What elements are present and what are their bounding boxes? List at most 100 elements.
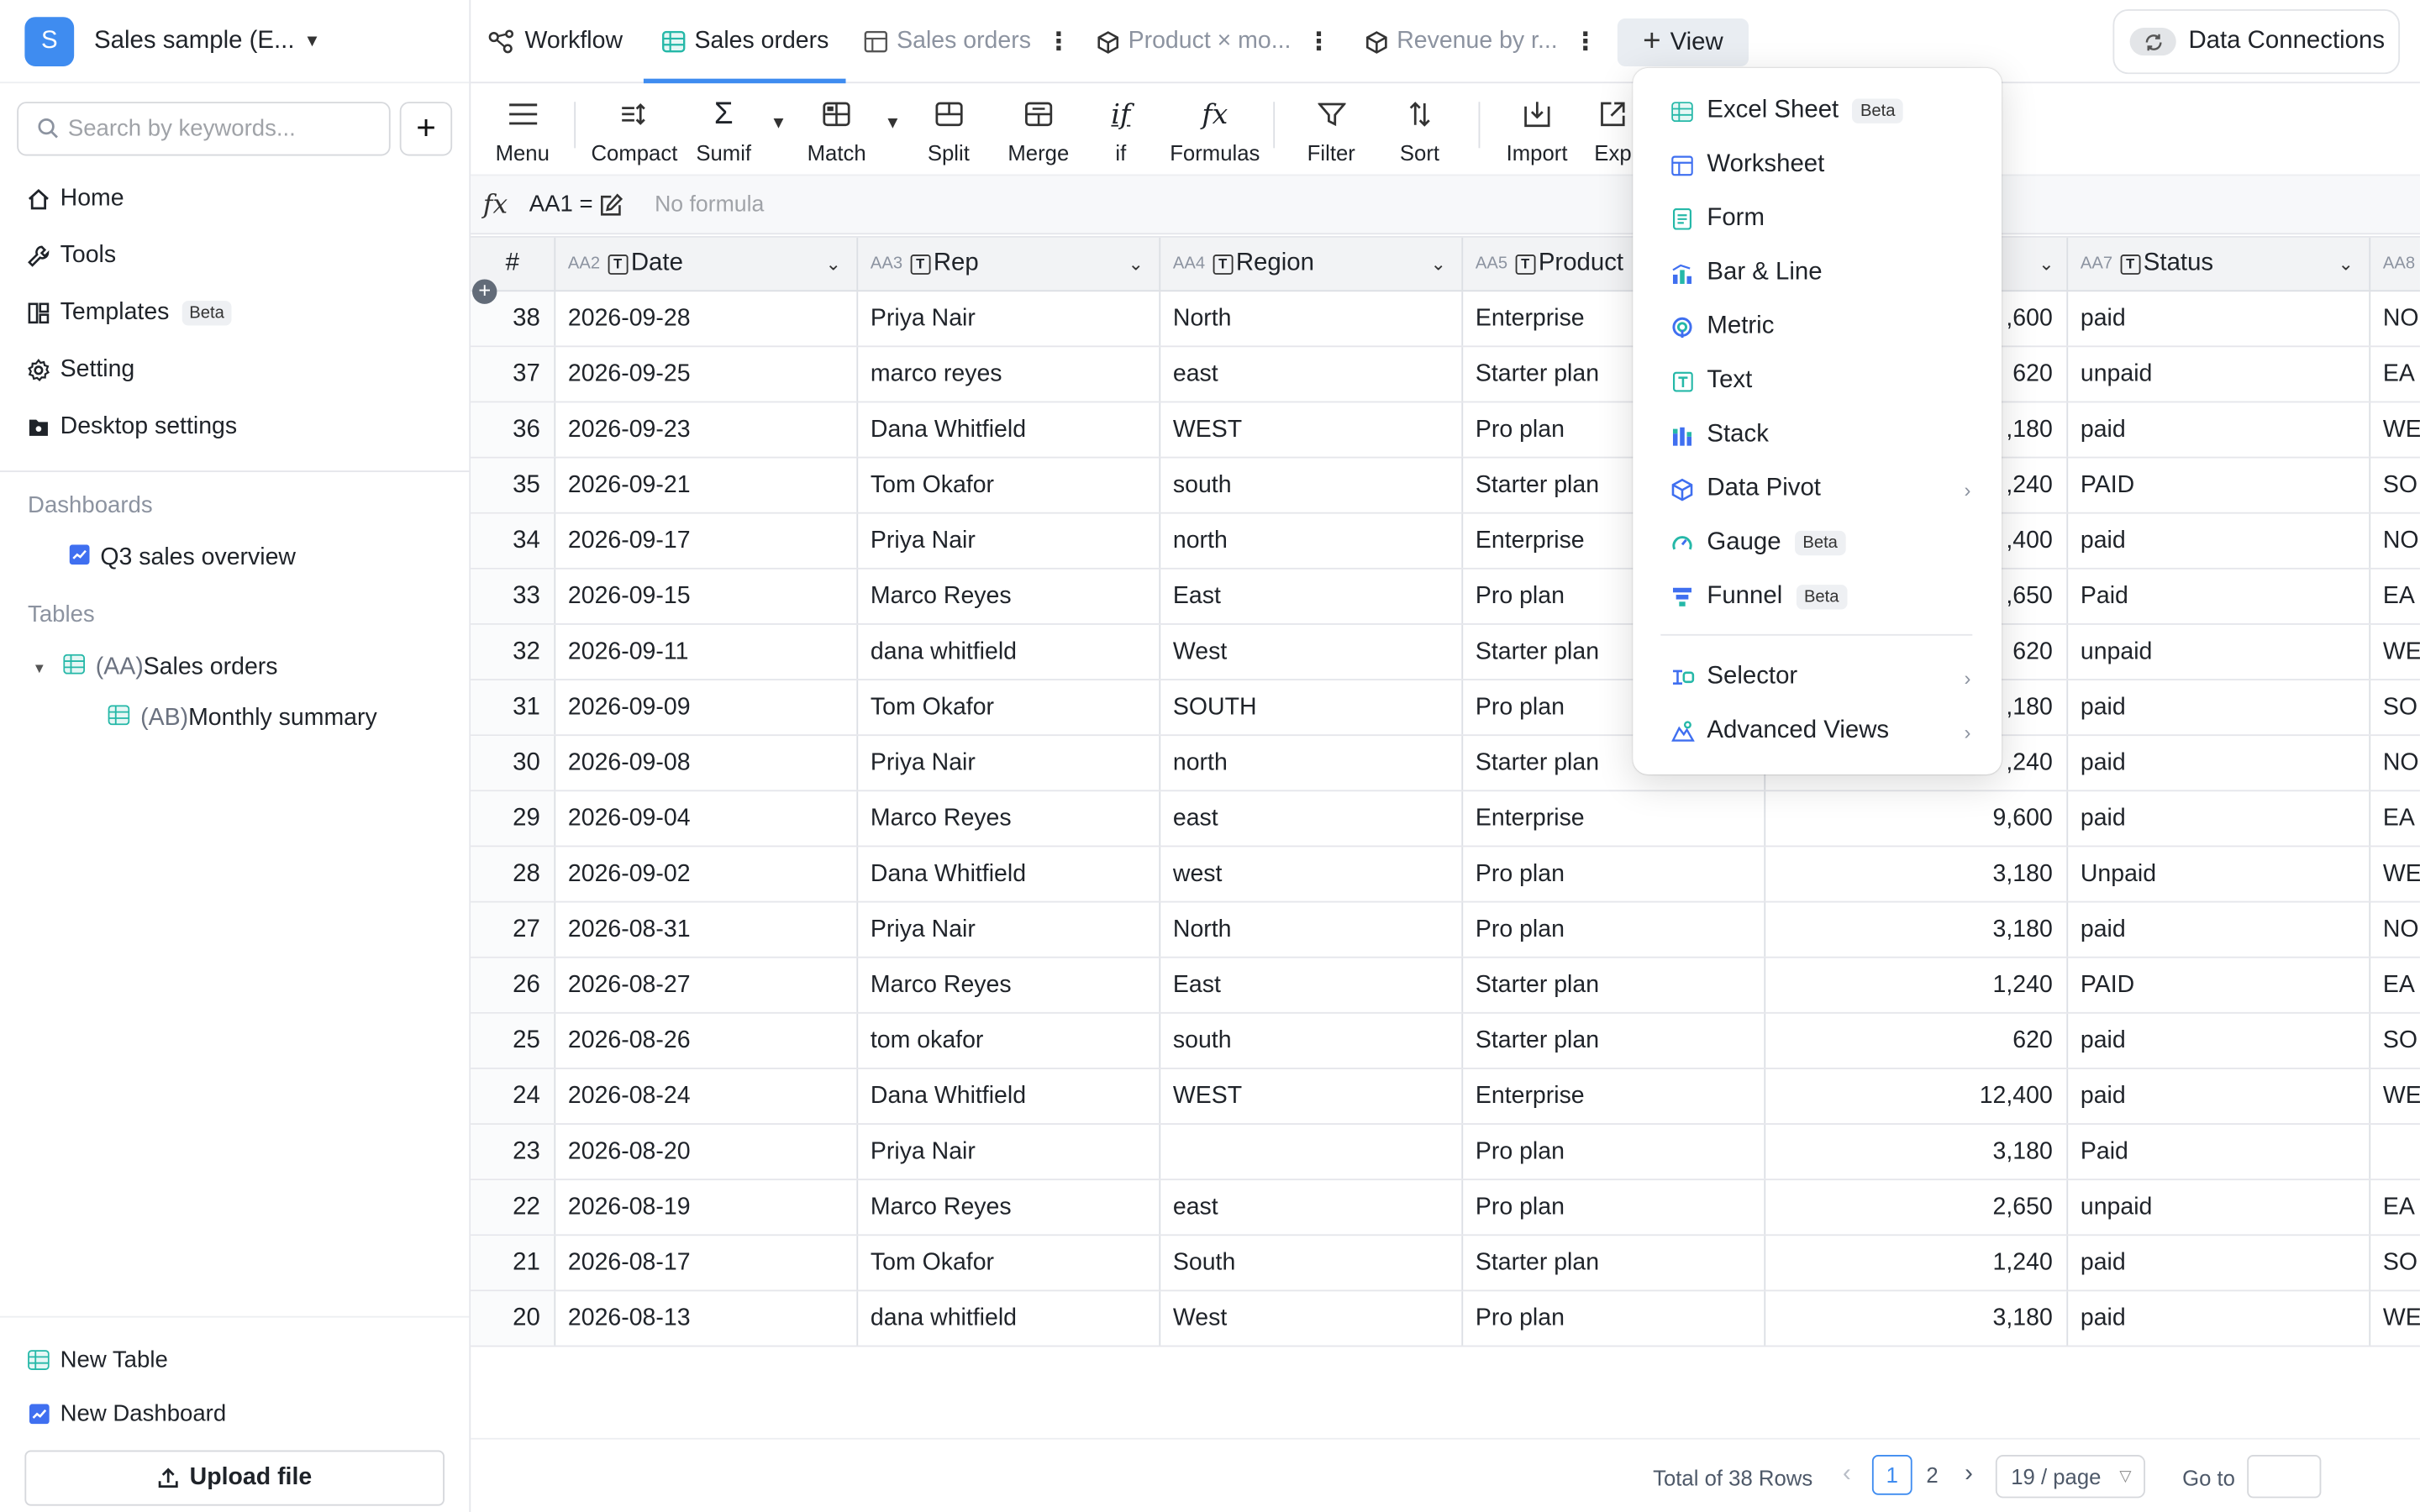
table-row[interactable]: 32 2026-09-11 dana whitfield West Starter pl…	[471, 624, 2420, 680]
cell-region[interactable]: east	[1160, 1180, 1464, 1235]
table-row[interactable]: 21 2026-08-17 Tom Okafor South Starter plan 1…	[471, 1236, 2420, 1292]
column-header-aa8[interactable]: AA8	[2370, 238, 2420, 290]
cell-region[interactable]: North	[1160, 291, 1464, 346]
table-row[interactable]: 22 2026-08-19 Marco Reyes east Pro plan 2,650…	[471, 1180, 2420, 1236]
workspace-switcher[interactable]: S Sales sample (E... ▼	[0, 0, 470, 84]
cell-region[interactable]: East	[1160, 958, 1464, 1012]
edit-icon[interactable]	[599, 192, 623, 217]
cell-status[interactable]: unpaid	[2068, 347, 2371, 402]
cell-aa8[interactable]: WE	[2370, 402, 2420, 456]
chevron-down-icon[interactable]: ⌄	[2338, 253, 2353, 275]
cell-aa8[interactable]: SO	[2370, 1014, 2420, 1068]
new-table-button[interactable]: New Table	[0, 1333, 469, 1387]
menu-item-funnel[interactable]: Funnel Beta	[1633, 571, 2002, 623]
row-number[interactable]: 29	[471, 791, 556, 846]
cell-aa8[interactable]: NO	[2370, 514, 2420, 568]
split-button[interactable]: Split	[928, 96, 970, 165]
cell-aa8[interactable]: SO	[2370, 1236, 2420, 1289]
table-row[interactable]: 23 2026-08-20 Priya Nair Pro plan 3,180 Paid	[471, 1124, 2420, 1181]
cell-date[interactable]: 2026-09-23	[555, 402, 859, 457]
cell-date[interactable]: 2026-08-27	[555, 958, 859, 1012]
table-row[interactable]: 36 2026-09-23 Dana Whitfield WEST Pro plan ,1…	[471, 402, 2420, 459]
table-row[interactable]: 37 2026-09-25 marco reyes east Starter plan 6…	[471, 347, 2420, 403]
cell-region[interactable]: WEST	[1160, 1068, 1464, 1124]
tab-sales-orders-sheet[interactable]: Sales orders	[662, 0, 829, 83]
cell-aa8[interactable]: EA	[2370, 791, 2420, 845]
cell-status[interactable]: PAID	[2068, 958, 2371, 1012]
row-number[interactable]: 28	[471, 847, 556, 901]
nav-item-tools[interactable]: Tools	[0, 227, 469, 284]
cell-product[interactable]: Pro plan	[1463, 1180, 1766, 1235]
cell-aa8[interactable]: NO	[2370, 902, 2420, 956]
cell-rep[interactable]: Priya Nair	[858, 291, 1161, 346]
chevron-down-icon[interactable]: ⌄	[2039, 253, 2054, 275]
table-row[interactable]: 38 2026-09-28 Priya Nair North Enterprise ,60…	[471, 291, 2420, 348]
cell-aa8[interactable]: SO	[2370, 680, 2420, 734]
cell-rep[interactable]: Dana Whitfield	[858, 847, 1161, 901]
cell-date[interactable]: 2026-09-09	[555, 680, 859, 735]
cell-rep[interactable]: Priya Nair	[858, 736, 1161, 790]
table-row[interactable]: 27 2026-08-31 Priya Nair North Pro plan 3,180…	[471, 902, 2420, 958]
page-1-button[interactable]: 1	[1871, 1455, 1912, 1495]
cell-date[interactable]: 2026-08-19	[555, 1180, 859, 1235]
cell-status[interactable]: paid	[2068, 736, 2371, 790]
cell-aa8[interactable]: EA	[2370, 1180, 2420, 1234]
cell-product[interactable]: Enterprise	[1463, 1068, 1766, 1124]
cell-rep[interactable]: Tom Okafor	[858, 1236, 1161, 1290]
cell-product[interactable]: Starter plan	[1463, 1236, 1766, 1290]
row-number[interactable]: 24	[471, 1068, 556, 1124]
row-number[interactable]: 27	[471, 902, 556, 957]
page-size-select[interactable]: 19 / page ▽	[1995, 1455, 2146, 1499]
cell-product[interactable]: Starter plan	[1463, 958, 1766, 1012]
table-row[interactable]: 28 2026-09-02 Dana Whitfield west Pro plan 3,…	[471, 847, 2420, 903]
table-row[interactable]: 25 2026-08-26 tom okafor south Starter plan 6…	[471, 1013, 2420, 1069]
column-header-date[interactable]: AA2 T Date ⌄	[555, 237, 859, 291]
table-row[interactable]: 33 2026-09-15 Marco Reyes East Pro plan ,650 P…	[471, 569, 2420, 625]
table-row[interactable]: 24 2026-08-24 Dana Whitfield WEST Enterprise…	[471, 1068, 2420, 1125]
menu-item-gauge[interactable]: Gauge Beta	[1633, 517, 2002, 569]
cell-rep[interactable]: Marco Reyes	[858, 791, 1161, 846]
cell-region[interactable]: south	[1160, 1013, 1464, 1068]
cell-status[interactable]: paid	[2068, 791, 2371, 846]
cell-status[interactable]: paid	[2068, 902, 2371, 957]
menu-button[interactable]: Menu	[496, 96, 550, 165]
table-item-sales-orders[interactable]: ▼ (AA) Sales orders	[0, 642, 469, 693]
table-row[interactable]: 29 2026-09-04 Marco Reyes east Enterprise 9,6…	[471, 791, 2420, 848]
row-number[interactable]: 26	[471, 958, 556, 1012]
cell-status[interactable]: Paid	[2068, 569, 2371, 624]
cell-date[interactable]: 2026-09-17	[555, 513, 859, 568]
cell-region[interactable]: West	[1160, 1291, 1464, 1346]
column-header-status[interactable]: AA7 T Status ⌄	[2068, 237, 2371, 291]
cell-status[interactable]: PAID	[2068, 458, 2371, 512]
cell-status[interactable]: Paid	[2068, 1124, 2371, 1179]
import-button[interactable]: Import	[1507, 96, 1568, 165]
cell-date[interactable]: 2026-09-04	[555, 791, 859, 846]
new-dashboard-button[interactable]: New Dashboard	[0, 1387, 469, 1441]
cell-rep[interactable]: Marco Reyes	[858, 1180, 1161, 1235]
cell-status[interactable]: paid	[2068, 1236, 2371, 1290]
chevron-left-icon[interactable]: ‹	[1843, 1461, 1851, 1488]
cell-date[interactable]: 2026-09-15	[555, 569, 859, 624]
table-row[interactable]: 20 2026-08-13 dana whitfield West Pro plan 3,…	[471, 1291, 2420, 1347]
cell-status[interactable]: Unpaid	[2068, 847, 2371, 901]
cell-product[interactable]: Enterprise	[1463, 791, 1766, 846]
cell-date[interactable]: 2026-08-24	[555, 1068, 859, 1124]
search-input[interactable]	[67, 114, 377, 142]
cell-region[interactable]: SOUTH	[1160, 680, 1464, 735]
table-row[interactable]: 31 2026-09-09 Tom Okafor SOUTH Pro plan ,180 p…	[471, 680, 2420, 737]
menu-item-form[interactable]: Form	[1633, 193, 2002, 245]
cell-rep[interactable]: Priya Nair	[858, 513, 1161, 568]
chevron-down-icon[interactable]: ▼	[884, 114, 901, 133]
add-view-button[interactable]: + View	[1617, 18, 1749, 66]
nav-item-templates[interactable]: Templates Beta	[0, 284, 469, 341]
cell-status[interactable]: paid	[2068, 1291, 2371, 1346]
cell-product[interactable]: Pro plan	[1463, 1124, 1766, 1179]
cell-region[interactable]: East	[1160, 569, 1464, 624]
cell-product[interactable]: Starter plan	[1463, 1013, 1766, 1068]
cell-amount[interactable]: 1,240	[1765, 1236, 2069, 1290]
chevron-down-icon[interactable]: ⌄	[1431, 253, 1446, 275]
cell-rep[interactable]: tom okafor	[858, 1013, 1161, 1068]
cell-product[interactable]: Pro plan	[1463, 847, 1766, 901]
cell-region[interactable]: west	[1160, 847, 1464, 901]
cell-region[interactable]	[1160, 1124, 1464, 1179]
